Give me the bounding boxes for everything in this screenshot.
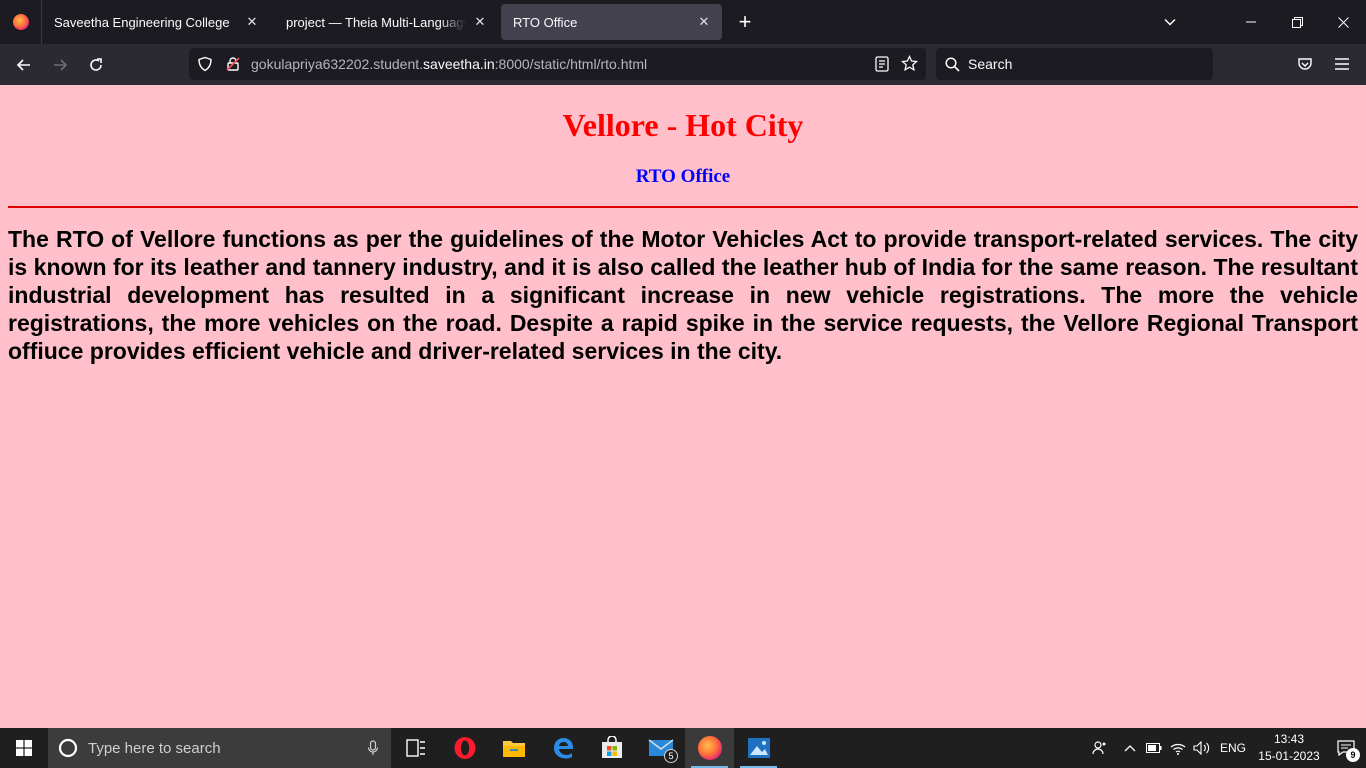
insecure-lock-icon[interactable] <box>225 56 241 72</box>
tab-saveetha[interactable]: Saveetha Engineering College ✕ <box>42 4 270 40</box>
action-center-button[interactable]: 9 <box>1326 728 1366 768</box>
firefox-view-button[interactable] <box>0 0 42 44</box>
tab-label: Saveetha Engineering College <box>54 14 230 30</box>
search-icon <box>945 56 960 72</box>
pocket-button[interactable] <box>1287 48 1323 80</box>
list-all-tabs-button[interactable] <box>1150 0 1190 44</box>
app-menu-button[interactable] <box>1324 48 1360 80</box>
navigation-toolbar: gokulapriya632202.student.saveetha.in:80… <box>0 44 1366 85</box>
task-view-button[interactable] <box>391 728 440 768</box>
firefox-icon <box>697 736 722 760</box>
photos-icon <box>747 738 770 758</box>
firefox-logo-icon <box>12 14 29 30</box>
chevron-up-icon[interactable] <box>1118 728 1142 768</box>
pocket-icon <box>1298 58 1312 70</box>
restore-button[interactable] <box>1274 0 1320 44</box>
cortana-icon <box>48 738 88 758</box>
folder-icon <box>502 741 525 757</box>
taskbar-search-box[interactable]: Type here to search <box>48 728 391 768</box>
close-icon[interactable]: ✕ <box>472 14 488 30</box>
windows-logo-icon <box>16 740 32 756</box>
start-button[interactable] <box>0 728 48 768</box>
divider <box>8 206 1358 208</box>
back-button[interactable] <box>6 49 42 81</box>
mail-app[interactable]: 5 <box>636 728 685 768</box>
reader-view-icon[interactable] <box>875 56 889 72</box>
bookmark-star-icon[interactable] <box>901 55 918 72</box>
close-window-button[interactable] <box>1320 0 1366 44</box>
search-placeholder: Search <box>968 56 1013 72</box>
volume-icon[interactable] <box>1190 728 1214 768</box>
minimize-icon <box>1246 21 1256 23</box>
clock[interactable]: 13:43 15-01-2023 <box>1256 731 1322 765</box>
close-icon <box>1337 16 1349 28</box>
chevron-down-icon <box>1164 18 1176 26</box>
store-icon <box>601 736 622 758</box>
arrow-right-icon <box>54 58 68 71</box>
firefox-app[interactable] <box>685 728 734 768</box>
opera-app[interactable] <box>440 728 489 768</box>
microphone-icon[interactable] <box>367 740 379 756</box>
tab-rto-office[interactable]: RTO Office ✕ <box>501 4 722 40</box>
language-indicator[interactable]: ENG <box>1220 741 1246 755</box>
web-page: Vellore - Hot City RTO Office The RTO of… <box>0 85 1366 728</box>
tab-label: RTO Office <box>513 14 578 30</box>
hamburger-menu-icon <box>1335 58 1349 70</box>
page-subheading: RTO Office <box>635 166 731 187</box>
address-bar[interactable]: gokulapriya632202.student.saveetha.in:80… <box>189 48 926 80</box>
arrow-left-icon <box>16 58 30 71</box>
tab-strip: Saveetha Engineering College ✕ project —… <box>0 0 1366 44</box>
taskbar-search-placeholder: Type here to search <box>88 739 221 757</box>
mail-badge: 5 <box>664 749 678 763</box>
file-explorer-app[interactable] <box>489 728 538 768</box>
people-icon[interactable] <box>1082 728 1118 768</box>
opera-icon <box>454 737 475 759</box>
edge-app[interactable] <box>538 728 587 768</box>
close-icon[interactable]: ✕ <box>244 14 260 30</box>
tab-project[interactable]: project — Theia Multi-Language Explorer … <box>274 4 498 40</box>
clock-time: 13:43 <box>1273 732 1305 746</box>
battery-icon[interactable] <box>1142 728 1166 768</box>
forward-button[interactable] <box>42 49 78 81</box>
page-paragraph: The RTO of Vellore functions as per the … <box>8 226 1358 364</box>
task-view-icon <box>405 739 425 757</box>
reload-button[interactable] <box>78 49 114 81</box>
taskbar: Type here to search 5 ENG 13:43 15-01-20… <box>0 728 1366 768</box>
url-text[interactable]: gokulapriya632202.student.saveetha.in:80… <box>251 48 647 80</box>
minimize-button[interactable] <box>1228 0 1274 44</box>
microsoft-store-app[interactable] <box>587 728 636 768</box>
wifi-icon[interactable] <box>1166 728 1190 768</box>
reload-icon <box>90 57 102 71</box>
shield-icon[interactable] <box>197 56 213 72</box>
new-tab-button[interactable]: + <box>729 6 761 38</box>
clock-date: 15-01-2023 <box>1258 749 1320 763</box>
tab-label: project — Theia Multi-Language Explorer <box>286 14 466 30</box>
edge-icon <box>553 738 573 759</box>
notification-badge: 9 <box>1346 748 1360 762</box>
search-bar[interactable]: Search <box>936 48 1213 80</box>
system-tray: ENG 13:43 15-01-2023 9 <box>1082 728 1366 768</box>
restore-icon <box>1291 16 1303 28</box>
page-heading: Vellore - Hot City <box>562 107 804 143</box>
close-icon[interactable]: ✕ <box>696 14 712 30</box>
photos-app[interactable] <box>734 728 783 768</box>
